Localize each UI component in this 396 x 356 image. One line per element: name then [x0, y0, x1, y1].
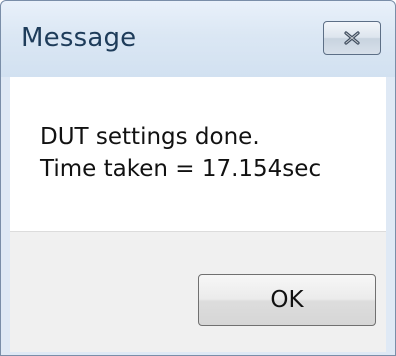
title-bar[interactable]: Message [1, 1, 395, 77]
close-icon [344, 31, 360, 45]
message-dialog: Message DUT settings done. Time taken = … [0, 0, 396, 356]
ok-button[interactable]: OK [198, 274, 376, 326]
message-line-time: Time taken = 17.154sec [40, 156, 322, 182]
message-line-settings: DUT settings done. [40, 124, 260, 150]
dialog-title: Message [21, 23, 137, 53]
close-button[interactable] [323, 21, 381, 55]
message-body: DUT settings done. Time taken = 17.154se… [10, 77, 386, 231]
button-area: OK [10, 231, 386, 352]
